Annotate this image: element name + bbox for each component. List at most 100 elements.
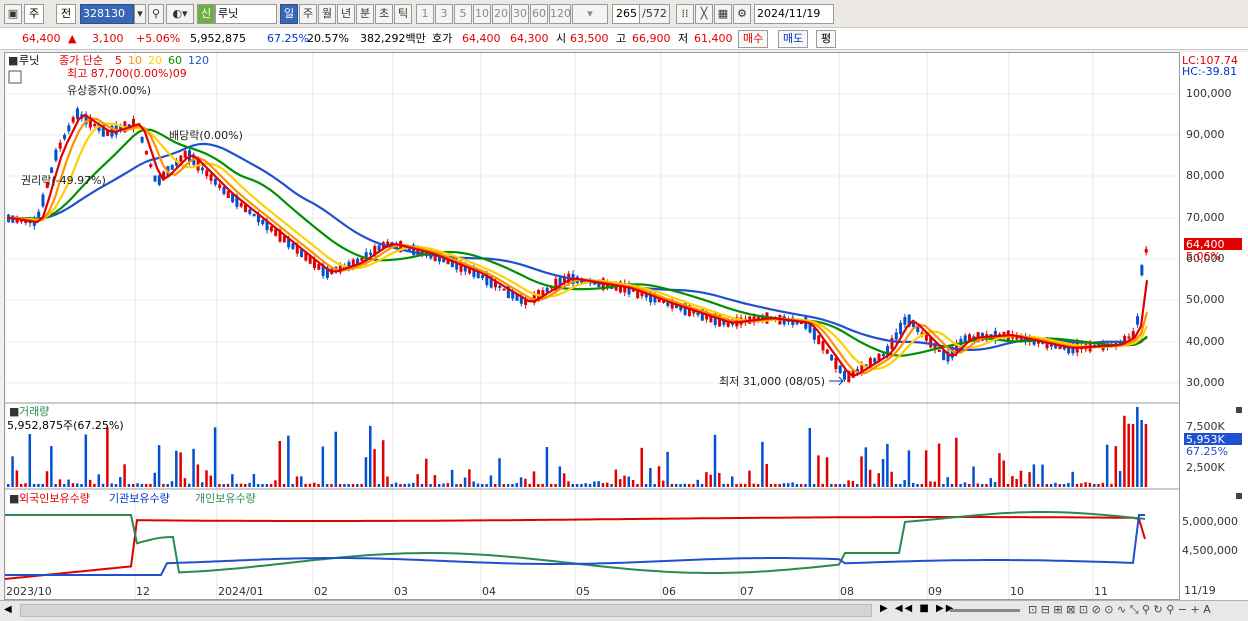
volume-bar [847,480,850,487]
volume-bar [144,484,148,487]
tab-tick[interactable]: 틱 [394,4,412,24]
candle-body [140,136,144,143]
interval-20[interactable]: 20 [492,4,510,24]
volume-bar [804,483,807,487]
volume-bar [364,457,368,487]
tool-icons[interactable]: ⊡ ⊟ ⊞ ⊠ ⊡ ⊘ ⊙ ∿ ⤡ ⚲ ↻ ⚲ − + A [1028,603,1211,617]
volume-bar [489,475,493,487]
candle-body [226,190,230,198]
grid-icon[interactable]: ⁞⁞ [676,4,694,24]
hold-tick-high: 5,000,000 [1182,515,1238,528]
volume-bar [679,484,682,487]
volume-bar [515,483,519,487]
candle-body [821,341,825,351]
calculator-icon[interactable] [8,70,22,84]
date-input[interactable]: 2024/11/19 [754,4,834,24]
x-axis-label: 09 [928,585,942,598]
volume-bar [67,479,70,487]
volume-bar [312,482,316,487]
interval-5[interactable]: 5 [454,4,472,24]
draw-icon[interactable]: ╳ [695,4,713,24]
interval-120[interactable]: 120 [549,4,571,24]
volume-bar [97,474,100,487]
count-input[interactable]: 265 [612,4,640,24]
volume-bar [765,463,768,487]
volume-bar [377,484,381,487]
candle-body [834,357,838,369]
candle-body [261,219,265,225]
price-tick: 100,000 [1186,87,1232,100]
horizontal-scrollbar[interactable] [20,604,872,617]
ma-line-0 [7,142,1148,351]
zoom-slider[interactable] [950,609,1020,612]
volume-bar [282,483,286,487]
prev-select[interactable]: 전 [56,4,76,24]
chart-add-icon[interactable]: ▦ [714,4,732,24]
volume-bar [63,483,66,487]
interval-custom-select[interactable]: ▾ [572,4,608,24]
volume-bar [838,483,842,487]
high-price: 66,900 [632,32,671,45]
search-icon[interactable]: ⚲ [148,4,164,24]
candle-body [58,142,62,149]
volume-bar [562,473,566,487]
stock-code-input[interactable]: 328130 [80,4,134,24]
tab-month[interactable]: 월 [318,4,336,24]
volume-bar [890,471,893,487]
volume-bar [106,427,109,487]
candle-body [899,322,903,335]
volume-bar [968,483,971,487]
volume-bar [597,481,600,487]
interval-10[interactable]: 10 [473,4,491,24]
volume-bar [157,445,161,487]
rights-annotation: 권리락(-49.97%) [21,174,106,187]
volume-bar [101,483,105,487]
candle-body [153,175,157,182]
candle-body [1144,248,1148,253]
tab-minute[interactable]: 분 [356,4,374,24]
volume-bar [821,483,824,487]
low-label: 저 [678,32,689,45]
interval-30[interactable]: 30 [511,4,529,24]
volume-bar [450,469,454,487]
tab-day[interactable]: 일 [280,4,298,24]
volume-bar [735,483,738,487]
gear-icon[interactable]: ⚙ [733,4,751,24]
eval-button[interactable]: 평 [816,30,837,48]
volume-bar [959,483,962,487]
volume-bar [1049,483,1053,487]
volume-bar [830,483,833,487]
open-price: 63,500 [570,32,609,45]
interval-60[interactable]: 60 [530,4,548,24]
buy-button[interactable]: 매수 [738,30,769,48]
holdings-close-icon[interactable] [1236,493,1242,499]
candle-body [144,151,148,155]
volume-bar [446,483,450,487]
tab-week[interactable]: 주 [299,4,317,24]
volume-bar [123,464,126,487]
interval-3[interactable]: 3 [435,4,453,24]
candle-body [252,213,256,217]
tab-second[interactable]: 초 [375,4,393,24]
volume-bar [636,484,639,487]
volume-bar [75,483,79,487]
tab-year[interactable]: 년 [337,4,355,24]
hold-tick-low: 4,500,000 [1182,544,1238,557]
price-chart-svg[interactable]: ■ 루닛 종가 단순 5 10 20 60 120 최고 87,700(0.00… [5,53,1179,599]
volume-bar [300,476,303,487]
sell-button[interactable]: 매도 [778,30,809,48]
volume-bar [205,470,208,487]
change-value: 3,100 [92,32,124,45]
volume-close-icon[interactable] [1236,407,1242,413]
playback-controls[interactable]: ▶ ◀◀ ■ ▶▶ [880,603,955,614]
period-select[interactable]: 주 [24,4,44,24]
sound-icon[interactable]: ◐▾ [166,4,194,24]
code-dropdown-icon[interactable]: ▾ [134,4,146,24]
scroll-left-icon[interactable]: ◀ [4,604,12,615]
chart-menu-icon[interactable]: ▣ [4,4,22,24]
candle-body [149,164,153,168]
chart-area[interactable]: ■ 루닛 종가 단순 5 10 20 60 120 최고 87,700(0.00… [4,52,1180,600]
volume-bar [907,450,911,487]
interval-1[interactable]: 1 [416,4,434,24]
volume-bar [231,474,234,487]
